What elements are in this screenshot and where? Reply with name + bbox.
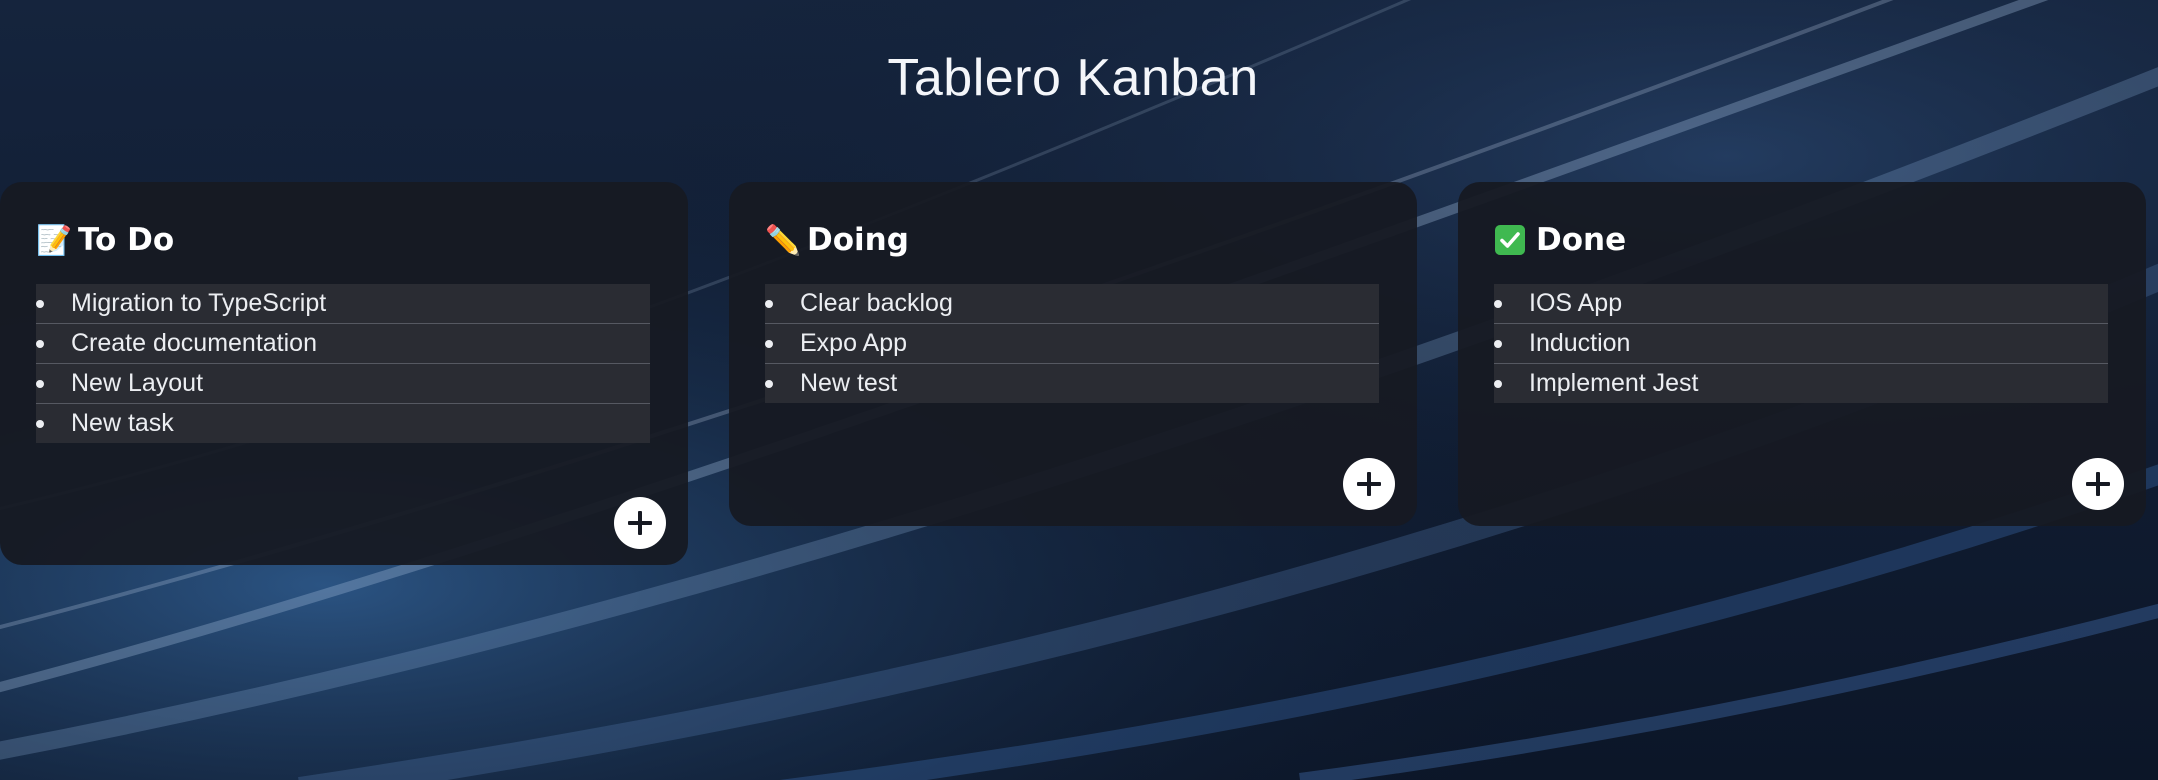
page-title: Tablero Kanban bbox=[887, 49, 1259, 107]
task-list: Migration to TypeScript Create documenta… bbox=[36, 284, 650, 443]
kanban-board: Tablero Kanban 📝 To Do Migration to Type… bbox=[0, 0, 2158, 780]
column-title: To Do bbox=[78, 222, 175, 258]
check-mark-icon bbox=[1494, 224, 1528, 256]
column-header: 📝 To Do bbox=[36, 220, 650, 260]
task-item[interactable]: New test bbox=[765, 364, 1379, 403]
task-item[interactable]: IOS App bbox=[1494, 284, 2108, 324]
memo-icon: 📝 bbox=[36, 222, 73, 257]
task-item[interactable]: Create documentation bbox=[36, 324, 650, 364]
column-title: Done bbox=[1536, 222, 1627, 258]
add-task-button[interactable] bbox=[1343, 458, 1395, 510]
task-item[interactable]: Clear backlog bbox=[765, 284, 1379, 324]
task-list: Clear backlog Expo App New test bbox=[765, 284, 1379, 403]
plus-icon bbox=[1357, 472, 1381, 496]
task-item[interactable]: New Layout bbox=[36, 364, 650, 404]
task-item[interactable]: Expo App bbox=[765, 324, 1379, 364]
add-task-button[interactable] bbox=[614, 497, 666, 549]
plus-icon bbox=[628, 511, 652, 535]
task-item[interactable]: Implement Jest bbox=[1494, 364, 2108, 403]
column-header: Done bbox=[1494, 220, 2108, 260]
task-item[interactable]: Migration to TypeScript bbox=[36, 284, 650, 324]
task-item[interactable]: New task bbox=[36, 404, 650, 443]
column-doing: ✏️ Doing Clear backlog Expo App New test bbox=[729, 182, 1417, 526]
column-header: ✏️ Doing bbox=[765, 220, 1379, 260]
column-done: Done IOS App Induction Implement Jest bbox=[1458, 182, 2146, 526]
column-todo: 📝 To Do Migration to TypeScript Create d… bbox=[0, 182, 688, 565]
add-task-button[interactable] bbox=[2072, 458, 2124, 510]
plus-icon bbox=[2086, 472, 2110, 496]
column-title: Doing bbox=[807, 222, 909, 258]
task-item[interactable]: Induction bbox=[1494, 324, 2108, 364]
task-list: IOS App Induction Implement Jest bbox=[1494, 284, 2108, 403]
pencil-icon: ✏️ bbox=[765, 222, 802, 257]
